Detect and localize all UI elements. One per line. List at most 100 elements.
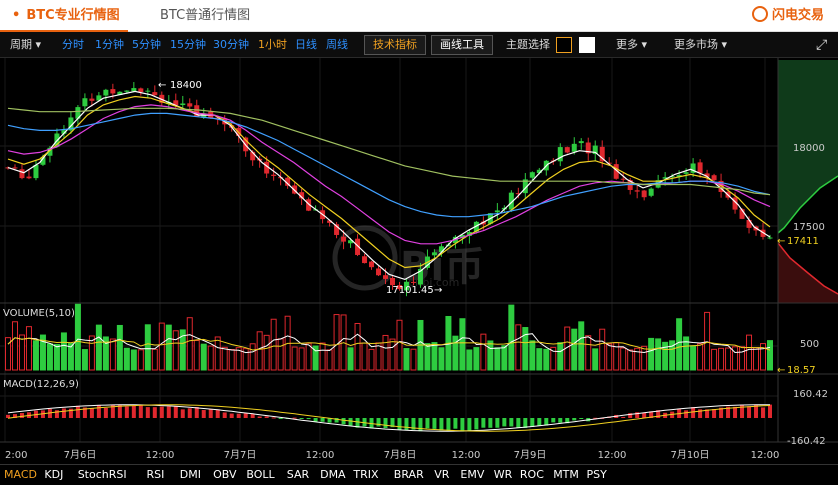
indicator-stochrsi[interactable]: StochRSI bbox=[78, 465, 127, 485]
volume-bar bbox=[18, 334, 25, 371]
time-axis-label: 7月7日 bbox=[224, 449, 257, 461]
volume-bar bbox=[697, 343, 704, 371]
volume-bar bbox=[431, 342, 438, 371]
chart-area[interactable]: Bi币 bitbi.com 18000 17500 ← 17411 ← 1840… bbox=[0, 58, 838, 464]
macd-histogram-bar bbox=[684, 410, 689, 418]
macd-histogram-bar bbox=[243, 413, 248, 418]
candle-body bbox=[529, 172, 535, 178]
indicator-brar[interactable]: BRAR bbox=[394, 465, 424, 485]
volume-bar bbox=[333, 314, 340, 371]
timeframe-30min[interactable]: 30分钟 bbox=[213, 32, 249, 58]
dark-theme-swatch[interactable] bbox=[556, 37, 572, 53]
volume-bar bbox=[641, 345, 648, 371]
indicator-sar[interactable]: SAR bbox=[287, 465, 309, 485]
volume-bar bbox=[389, 338, 396, 371]
candle-body bbox=[641, 190, 647, 198]
volume-bar bbox=[368, 348, 375, 371]
timeframe-1min[interactable]: 1分钟 bbox=[95, 32, 124, 58]
volume-bar bbox=[172, 330, 179, 371]
indicator-boll[interactable]: BOLL bbox=[246, 465, 274, 485]
volume-bar bbox=[690, 345, 697, 371]
candle-body bbox=[26, 176, 32, 179]
indicator-wr[interactable]: WR bbox=[494, 465, 513, 485]
volume-bar bbox=[515, 324, 522, 371]
macd-histogram-bar bbox=[558, 418, 563, 423]
macd-histogram-bar bbox=[397, 418, 402, 430]
current-price-arrow-icon: ← bbox=[777, 236, 785, 247]
indicator-kdj[interactable]: KDJ bbox=[44, 465, 63, 485]
indicator-trix[interactable]: TRIX bbox=[353, 465, 378, 485]
timeframe-weekly[interactable]: 周线 bbox=[326, 32, 348, 58]
tab-normal-chart[interactable]: BTC普通行情图 bbox=[160, 0, 250, 32]
volume-bar bbox=[137, 349, 144, 371]
indicator-obv[interactable]: OBV bbox=[213, 465, 236, 485]
light-theme-swatch[interactable] bbox=[579, 37, 595, 53]
indicator-mtm[interactable]: MTM bbox=[553, 465, 579, 485]
macd-histogram-bar bbox=[201, 410, 206, 418]
indicator-emv[interactable]: EMV bbox=[460, 465, 484, 485]
indicator-psy[interactable]: PSY bbox=[587, 465, 607, 485]
macd-histogram-bar bbox=[292, 417, 297, 419]
timeframe-1hour[interactable]: 1小时 bbox=[258, 32, 287, 58]
timeframe-5min[interactable]: 5分钟 bbox=[132, 32, 161, 58]
indicator-roc[interactable]: ROC bbox=[520, 465, 544, 485]
candle-body bbox=[145, 90, 151, 92]
indicator-dmi[interactable]: DMI bbox=[180, 465, 201, 485]
volume-bar bbox=[249, 343, 256, 371]
tech-indicator-button[interactable]: 技术指标 bbox=[364, 35, 426, 55]
more-dropdown[interactable]: 更多 ▾ bbox=[616, 32, 647, 58]
time-axis-label: 12:00 bbox=[598, 450, 627, 461]
low-price-annotation: 17101.45 bbox=[386, 285, 434, 296]
candle-body bbox=[138, 88, 144, 93]
macd-histogram-bar bbox=[348, 418, 353, 426]
timeframe-daily[interactable]: 日线 bbox=[295, 32, 317, 58]
timeframe-realtime[interactable]: 分时 bbox=[62, 32, 84, 58]
macd-histogram-bar bbox=[306, 418, 311, 420]
macd-histogram-bar bbox=[642, 412, 647, 418]
candle-body bbox=[410, 281, 416, 283]
volume-bar bbox=[508, 304, 515, 371]
volume-bar bbox=[382, 334, 389, 371]
volume-bar bbox=[256, 331, 263, 371]
drawing-tools-button[interactable]: 画线工具 bbox=[431, 35, 493, 55]
volume-bar bbox=[711, 348, 718, 371]
macd-histogram-bar bbox=[376, 418, 381, 427]
fullscreen-icon[interactable]: ⤢ bbox=[816, 32, 827, 58]
macd-histogram-bar bbox=[446, 418, 451, 431]
macd-histogram-bar bbox=[313, 418, 318, 422]
timeframe-15min[interactable]: 15分钟 bbox=[170, 32, 206, 58]
tab-professional-chart[interactable]: • BTC专业行情图 bbox=[0, 0, 128, 32]
time-axis-label: 7月8日 bbox=[384, 449, 417, 461]
macd-histogram-bar bbox=[516, 418, 521, 428]
candle-body bbox=[110, 89, 116, 94]
theme-label: 主题选择 bbox=[506, 38, 550, 51]
volume-bar bbox=[130, 349, 137, 371]
volume-bar bbox=[305, 342, 312, 371]
volume-bar bbox=[347, 347, 354, 371]
macd-histogram-bar bbox=[166, 406, 171, 418]
indicator-vr[interactable]: VR bbox=[434, 465, 449, 485]
macd-histogram-bar bbox=[432, 418, 437, 429]
macd-histogram-bar bbox=[530, 418, 535, 427]
macd-histogram-bar bbox=[712, 408, 717, 418]
tab-label: BTC普通行情图 bbox=[160, 8, 251, 23]
candle-body bbox=[767, 237, 773, 239]
macd-histogram-bar bbox=[418, 418, 423, 432]
macd-histogram-bar bbox=[61, 408, 66, 418]
period-dropdown[interactable]: 周期 ▾ bbox=[10, 32, 41, 58]
candle-body bbox=[131, 88, 137, 92]
more-markets-dropdown[interactable]: 更多市场 ▾ bbox=[674, 32, 727, 58]
candle-body bbox=[369, 261, 375, 268]
chevron-down-icon: ▾ bbox=[721, 38, 728, 51]
brand-link[interactable]: 闪电交易 bbox=[751, 0, 824, 32]
macd-histogram-bar bbox=[579, 418, 584, 419]
macd-histogram-bar bbox=[103, 407, 108, 418]
candle-body bbox=[494, 210, 500, 213]
macd-histogram-bar bbox=[551, 418, 556, 423]
candle-body bbox=[634, 190, 640, 192]
macd-histogram-bar bbox=[271, 417, 276, 419]
indicator-macd[interactable]: MACD bbox=[4, 465, 37, 485]
candle-body bbox=[33, 164, 39, 179]
indicator-dma[interactable]: DMA bbox=[320, 465, 346, 485]
indicator-rsi[interactable]: RSI bbox=[147, 465, 165, 485]
